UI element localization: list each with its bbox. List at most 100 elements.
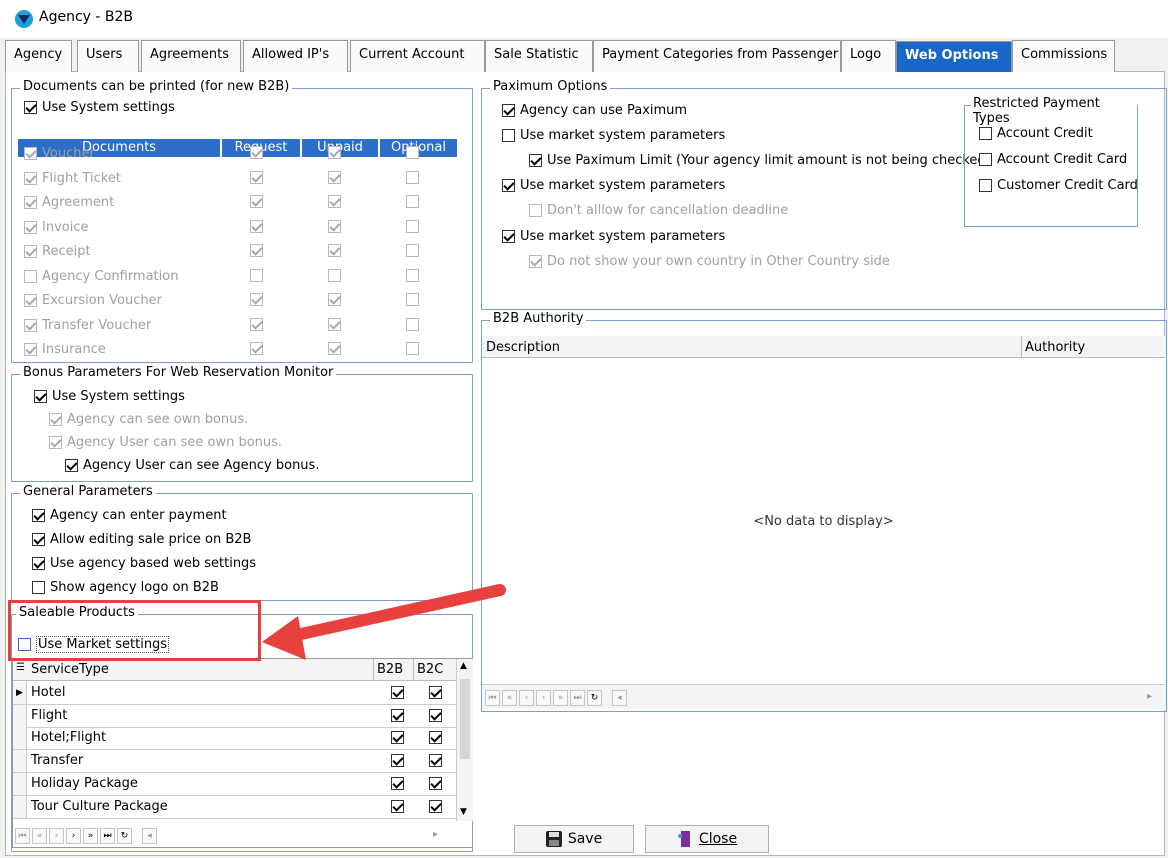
table-row[interactable]: ▶ Hotel bbox=[13, 682, 456, 705]
tab-current-account[interactable]: Current Account bbox=[350, 40, 485, 72]
checkbox-label: Do not show your own country in Other Co… bbox=[547, 254, 890, 269]
document-name: Voucher bbox=[42, 146, 95, 161]
checkbox-box bbox=[328, 342, 341, 355]
authority-column-header[interactable]: Authority bbox=[1025, 340, 1085, 355]
edit-price-checkbox[interactable]: Allow editing sale price on B2B bbox=[32, 532, 251, 547]
b2c-checkbox[interactable] bbox=[429, 686, 442, 699]
bonus-use-system-checkbox[interactable]: Use System settings bbox=[34, 389, 185, 404]
nav-next-icon[interactable]: › bbox=[66, 828, 81, 844]
scroll-up-icon[interactable]: ▲ bbox=[460, 661, 467, 671]
checkbox-box bbox=[502, 179, 515, 192]
servicetype-column-header[interactable]: ServiceType bbox=[31, 662, 109, 677]
enter-payment-checkbox[interactable]: Agency can enter payment bbox=[32, 508, 227, 523]
column-chooser-icon[interactable]: ☰ bbox=[16, 662, 25, 673]
nav-prev-page-icon[interactable]: « bbox=[32, 828, 47, 844]
nav-next-page-icon[interactable]: » bbox=[553, 690, 568, 706]
save-button[interactable]: Save bbox=[514, 825, 634, 853]
b2b-checkbox[interactable] bbox=[391, 754, 404, 768]
tab-agreements[interactable]: Agreements bbox=[141, 40, 241, 72]
document-row: Insurance bbox=[17, 340, 457, 364]
cancellation-deadline-checkbox: Don't alllow for cancellation deadline bbox=[529, 203, 788, 218]
table-row[interactable]: Tour Culture Package bbox=[13, 795, 456, 819]
account-credit-card-checkbox[interactable]: Account Credit Card bbox=[979, 152, 1127, 167]
tab-logo[interactable]: Logo bbox=[841, 40, 896, 72]
nav-prev-icon[interactable]: ‹ bbox=[519, 690, 534, 706]
tab-payment-categories[interactable]: Payment Categories from Passenger bbox=[593, 40, 841, 72]
checkbox-label: Account Credit bbox=[997, 126, 1093, 141]
b2b-checkbox[interactable] bbox=[391, 686, 404, 699]
grid-vertical-scrollbar[interactable]: ▲ ▼ bbox=[456, 659, 473, 821]
optional-checkbox bbox=[406, 219, 424, 233]
b2b-checkbox[interactable] bbox=[391, 731, 404, 745]
description-column-header[interactable]: Description bbox=[486, 340, 560, 355]
table-row[interactable]: Transfer bbox=[13, 750, 456, 774]
nav-first-icon[interactable]: ⏮ bbox=[485, 690, 500, 706]
table-row[interactable]: Flight bbox=[13, 704, 456, 728]
tab-commissions[interactable]: Commissions bbox=[1012, 40, 1115, 72]
door-exit-icon bbox=[677, 831, 693, 847]
b2c-column-header[interactable]: B2C bbox=[417, 662, 443, 677]
checkbox-box bbox=[406, 244, 419, 257]
market-params-3-checkbox[interactable]: Use market system parameters bbox=[502, 229, 725, 244]
table-row[interactable]: Hotel;Flight bbox=[13, 727, 456, 751]
b2b-checkbox[interactable] bbox=[391, 776, 404, 790]
tab-agency[interactable]: Agency bbox=[5, 40, 72, 72]
hscroll-right-icon[interactable]: ▸ bbox=[433, 829, 438, 840]
checkbox-label: Use System settings bbox=[52, 389, 185, 404]
b2c-checkbox[interactable] bbox=[429, 731, 442, 745]
checkbox-box bbox=[406, 342, 419, 355]
current-row-indicator-icon: ▶ bbox=[13, 682, 27, 704]
b2b-checkbox[interactable] bbox=[391, 799, 404, 813]
tab-web-options[interactable]: Web Options bbox=[896, 41, 1012, 72]
nav-prev-icon[interactable]: ‹ bbox=[49, 828, 64, 844]
user-agency-bonus-checkbox[interactable]: Agency User can see Agency bonus. bbox=[65, 458, 319, 473]
hscroll-right-icon[interactable]: ▸ bbox=[1147, 691, 1152, 702]
nav-last-icon[interactable]: ⏭ bbox=[570, 690, 585, 706]
nav-refresh-icon[interactable]: ↻ bbox=[117, 828, 132, 844]
close-button[interactable]: Close bbox=[645, 825, 769, 853]
show-logo-checkbox[interactable]: Show agency logo on B2B bbox=[32, 580, 219, 595]
market-params-1-checkbox[interactable]: Use market system parameters bbox=[502, 128, 725, 143]
service-type-cell: Tour Culture Package bbox=[31, 798, 168, 814]
web-settings-checkbox[interactable]: Use agency based web settings bbox=[32, 556, 256, 571]
document-name: Excursion Voucher bbox=[42, 293, 162, 308]
tab-sale-statistic[interactable]: Sale Statistic bbox=[485, 40, 593, 72]
checkbox-box bbox=[24, 343, 37, 356]
tab-users[interactable]: Users bbox=[77, 40, 139, 72]
checkbox-box bbox=[32, 509, 45, 522]
documents-use-system-checkbox[interactable]: Use System settings bbox=[24, 100, 175, 115]
nav-last-icon[interactable]: ⏭ bbox=[100, 828, 115, 844]
b2c-checkbox[interactable] bbox=[429, 776, 442, 790]
nav-first-icon[interactable]: ⏮ bbox=[15, 828, 30, 844]
checkbox-box bbox=[406, 317, 419, 331]
hscroll-left-icon[interactable]: ◂ bbox=[142, 828, 157, 844]
tab-allowed-ips[interactable]: Allowed IP's bbox=[243, 40, 348, 72]
customer-credit-card-checkbox[interactable]: Customer Credit Card bbox=[979, 178, 1138, 193]
b2b-column-header[interactable]: B2B bbox=[377, 662, 403, 677]
service-type-cell: Flight bbox=[31, 707, 68, 723]
optional-checkbox bbox=[406, 342, 424, 355]
nav-next-page-icon[interactable]: » bbox=[83, 828, 98, 844]
scroll-thumb[interactable] bbox=[460, 679, 470, 759]
b2b-checkbox[interactable] bbox=[391, 708, 404, 722]
saleable-products-grid[interactable]: ☰ ServiceType B2B B2C ▶ Hotel Flight Hotel;… bbox=[12, 658, 473, 848]
paximum-limit-checkbox[interactable]: Use Paximum Limit (Your agency limit amo… bbox=[529, 153, 991, 168]
can-use-paximum-checkbox[interactable]: Agency can use Paximum bbox=[502, 103, 687, 118]
unpaid-checkbox bbox=[328, 170, 346, 184]
nav-refresh-icon[interactable]: ↻ bbox=[587, 690, 602, 706]
document-name: Invoice bbox=[42, 219, 89, 235]
nav-next-icon[interactable]: › bbox=[536, 690, 551, 706]
hscroll-left-icon[interactable]: ◂ bbox=[612, 690, 627, 706]
b2c-checkbox[interactable] bbox=[429, 799, 442, 813]
scroll-down-icon[interactable]: ▼ bbox=[460, 807, 467, 817]
market-params-2-checkbox[interactable]: Use market system parameters bbox=[502, 178, 725, 193]
checkbox-label: Agency can see own bonus. bbox=[67, 412, 249, 427]
general-parameters-group: General Parameters Agency can enter paym… bbox=[11, 484, 473, 601]
b2c-checkbox[interactable] bbox=[429, 708, 442, 722]
table-row[interactable]: Holiday Package bbox=[13, 772, 456, 796]
account-credit-checkbox[interactable]: Account Credit bbox=[979, 126, 1093, 141]
b2c-checkbox[interactable] bbox=[429, 754, 442, 768]
checkbox-box bbox=[328, 268, 341, 282]
authority-grid[interactable]: Description Authority <No data to displa… bbox=[482, 336, 1165, 710]
nav-prev-page-icon[interactable]: « bbox=[502, 690, 517, 706]
